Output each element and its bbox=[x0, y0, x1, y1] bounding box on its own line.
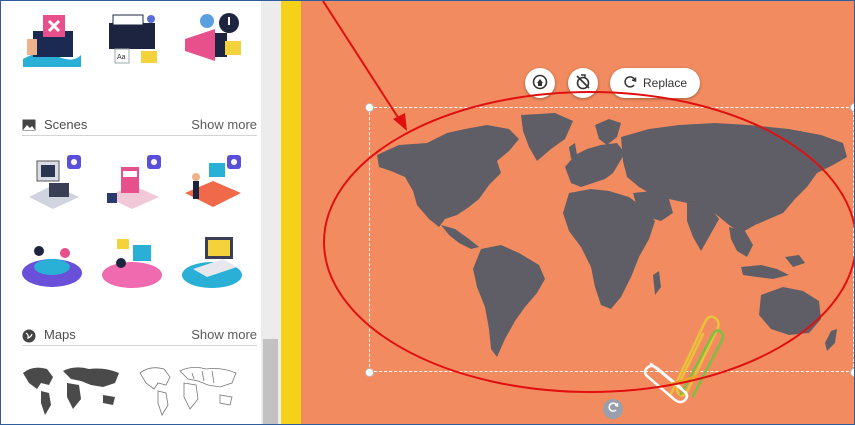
scenes-row-1 bbox=[19, 153, 245, 213]
resize-handle-top-left[interactable] bbox=[365, 103, 374, 112]
map-outline-thumbnail[interactable] bbox=[136, 359, 241, 419]
scenes-row-2 bbox=[19, 233, 245, 293]
design-canvas[interactable]: Replace bbox=[301, 1, 854, 424]
unlock-button[interactable] bbox=[568, 68, 598, 98]
rotate-icon bbox=[607, 400, 619, 418]
maps-title: Maps bbox=[44, 327, 76, 342]
maps-section-header: Maps Show more bbox=[22, 324, 257, 346]
panel-scrollbar-thumb[interactable] bbox=[263, 339, 278, 424]
scenes-title: Scenes bbox=[44, 117, 88, 132]
resize-handle-bottom-left[interactable] bbox=[365, 368, 374, 377]
refresh-icon bbox=[623, 75, 637, 92]
illustration-row-top: Aa bbox=[19, 9, 245, 69]
svg-text:Aa: Aa bbox=[117, 54, 126, 61]
resize-handle-bottom-right[interactable] bbox=[850, 368, 854, 377]
resize-handle-top-right[interactable] bbox=[850, 103, 854, 112]
app-window: Aa Scenes Show more Maps Show more Repla… bbox=[0, 0, 855, 425]
illustration-computer-thumbnail[interactable] bbox=[19, 9, 85, 69]
lock-icon bbox=[532, 74, 548, 93]
illustration-megaphone-thumbnail[interactable] bbox=[179, 9, 245, 69]
scene-presentation-thumbnail[interactable] bbox=[99, 233, 165, 293]
scenes-section-header: Scenes Show more bbox=[22, 114, 257, 136]
scene-meeting-thumbnail[interactable] bbox=[19, 233, 85, 293]
scenes-title-group: Scenes bbox=[22, 117, 87, 132]
replace-label: Replace bbox=[642, 76, 688, 90]
unlock-icon bbox=[575, 73, 591, 93]
lock-button[interactable] bbox=[525, 68, 555, 98]
maps-title-group: Maps bbox=[22, 327, 76, 342]
paperclips-image[interactable] bbox=[641, 306, 731, 406]
maps-row bbox=[19, 359, 241, 419]
replace-button[interactable]: Replace bbox=[610, 68, 700, 98]
scenes-show-more-link[interactable]: Show more bbox=[191, 117, 257, 132]
globe-icon bbox=[22, 329, 36, 342]
scene-workstation-thumbnail[interactable] bbox=[19, 153, 85, 213]
map-filled-thumbnail[interactable] bbox=[19, 359, 124, 419]
maps-show-more-link[interactable]: Show more bbox=[191, 327, 257, 342]
selection-box bbox=[369, 107, 854, 372]
canvas-left-accent-strip bbox=[281, 1, 301, 424]
elements-panel: Aa Scenes Show more Maps Show more bbox=[9, 1, 261, 424]
image-icon bbox=[22, 119, 36, 131]
illustration-printer-thumbnail[interactable]: Aa bbox=[99, 9, 165, 69]
scene-desk-thumbnail[interactable] bbox=[179, 153, 245, 213]
scene-cabinet-thumbnail[interactable] bbox=[99, 153, 165, 213]
scene-laptop-thumbnail[interactable] bbox=[179, 233, 245, 293]
rotate-handle[interactable] bbox=[603, 399, 623, 419]
